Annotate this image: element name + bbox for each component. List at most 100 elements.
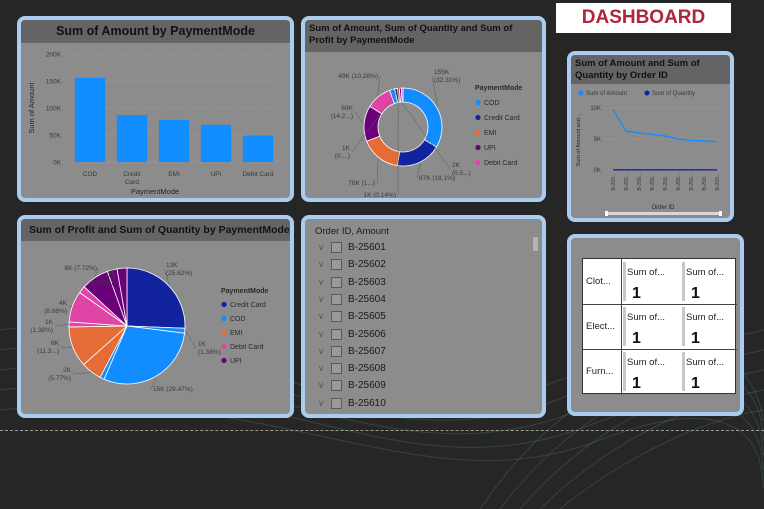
bar-x-tick-label: Credit bbox=[123, 171, 141, 178]
matrix-cell-header: Sum of... bbox=[686, 312, 725, 323]
matrix-panel[interactable]: Clot... Sum of... 1 Sum of... 1 Elect... Sum o… bbox=[567, 234, 744, 416]
matrix-cell-header: Sum of... bbox=[627, 312, 666, 323]
legend-entry: EMI bbox=[484, 130, 497, 137]
slice-data-label: 6K bbox=[51, 340, 60, 347]
slicer-item[interactable]: ∨ B-25604 bbox=[315, 291, 386, 308]
line-x-tick-label: B-259... bbox=[624, 173, 630, 191]
legend-marker-debit-card bbox=[475, 159, 481, 166]
donut-chart-panel[interactable]: Sum of Amount, Sum of Quantity and Sum o… bbox=[301, 16, 546, 202]
chevron-down-icon[interactable]: ∨ bbox=[315, 329, 327, 340]
bar-chart-panel[interactable]: Sum of Amount by PaymentMode 0K 50K 100K 15… bbox=[17, 16, 294, 202]
checkbox[interactable] bbox=[331, 293, 342, 305]
slice-data-label: (14.2...) bbox=[331, 113, 353, 120]
checkbox[interactable] bbox=[331, 276, 342, 288]
slice-leader-line bbox=[54, 324, 69, 327]
legend-marker-cod bbox=[221, 315, 227, 322]
slicer-item[interactable]: ∨ B-25606 bbox=[315, 326, 386, 343]
bar-cod bbox=[74, 77, 106, 162]
line-x-tick-label: B-258... bbox=[676, 173, 682, 191]
slicer-item[interactable]: ∨ B-25608 bbox=[315, 360, 386, 377]
chevron-down-icon[interactable]: ∨ bbox=[315, 363, 327, 374]
chevron-down-icon[interactable]: ∨ bbox=[315, 380, 327, 391]
slicer-item[interactable]: ∨ B-25601 bbox=[315, 239, 386, 256]
line-chart-panel[interactable]: Sum of Amount and Sum of Quantity by Ord… bbox=[567, 51, 734, 222]
slicer-item[interactable]: ∨ B-25609 bbox=[315, 377, 386, 394]
chevron-down-icon[interactable]: ∨ bbox=[315, 398, 327, 409]
bar-x-tick-label: EMI bbox=[168, 171, 180, 178]
bar-x-tick-label: Debit Card bbox=[242, 171, 273, 178]
slicer-item-label: B-25603 bbox=[348, 276, 386, 288]
slicer-item-label: B-25606 bbox=[348, 328, 386, 340]
chevron-down-icon[interactable]: ∨ bbox=[315, 242, 327, 253]
slice-data-label: 2K bbox=[452, 162, 461, 169]
checkbox[interactable] bbox=[331, 311, 342, 323]
checkbox[interactable] bbox=[331, 259, 342, 271]
legend-title: PaymentMode bbox=[221, 288, 269, 295]
line-x-tick-label: B-260... bbox=[611, 173, 617, 191]
pie-chart-title: Sum of Profit and Sum of Quantity by Pay… bbox=[21, 219, 290, 241]
slicer-scrollbar[interactable] bbox=[533, 237, 538, 251]
checkbox[interactable] bbox=[331, 328, 342, 340]
chevron-down-icon[interactable]: ∨ bbox=[315, 294, 327, 305]
bar-x-tick-label: Card bbox=[125, 179, 139, 186]
scrollbar-handle-right bbox=[719, 211, 722, 216]
slicer-item-label: B-25609 bbox=[348, 380, 386, 392]
slice-data-label: 8K (7.72%) bbox=[64, 265, 97, 272]
chevron-down-icon[interactable]: ∨ bbox=[315, 311, 327, 322]
matrix-row-header: Clot... bbox=[586, 276, 611, 287]
slicer-item[interactable]: ∨ B-25603 bbox=[315, 274, 386, 291]
line-chart-scrollbar bbox=[605, 212, 722, 215]
line-x-tick-label: B-259... bbox=[637, 173, 643, 191]
chevron-down-icon[interactable]: ∨ bbox=[315, 346, 327, 357]
slice-leader-line bbox=[354, 111, 364, 124]
line-y-tick-label: 10K bbox=[590, 106, 601, 112]
matrix-cell-divider bbox=[682, 307, 685, 346]
checkbox[interactable] bbox=[331, 363, 342, 375]
chevron-down-icon[interactable]: ∨ bbox=[315, 277, 327, 288]
slice-leader-line bbox=[72, 372, 91, 375]
bar-y-tick-label: 50K bbox=[49, 133, 61, 140]
line-chart-title: Sum of Amount and Sum of Quantity by Ord… bbox=[571, 55, 730, 84]
matrix-column-divider bbox=[621, 259, 622, 395]
slice-data-label: (25.62%) bbox=[166, 270, 192, 277]
slice-data-label: 1K bbox=[45, 319, 54, 326]
line-y-tick-label: 0K bbox=[594, 168, 601, 174]
slicer-item-label: B-25605 bbox=[348, 311, 386, 323]
slice-credit-card bbox=[126, 267, 186, 329]
checkbox[interactable] bbox=[331, 397, 342, 409]
matrix-cell-header: Sum of... bbox=[686, 357, 725, 368]
checkbox[interactable] bbox=[331, 345, 342, 357]
slicer-item[interactable]: ∨ B-25607 bbox=[315, 343, 386, 360]
legend-entry: Debit Card bbox=[230, 344, 264, 351]
slice-emi bbox=[366, 135, 400, 167]
legend-marker-emi bbox=[475, 129, 481, 136]
chevron-down-icon[interactable]: ∨ bbox=[315, 259, 327, 270]
bar-x-tick-label: UPI bbox=[211, 171, 222, 178]
slicer-item[interactable]: ∨ B-25602 bbox=[315, 256, 386, 273]
slicer-item[interactable]: ∨ B-25605 bbox=[315, 308, 386, 325]
slicer-header: Order ID, Amount bbox=[315, 226, 389, 237]
legend-marker-cod bbox=[475, 99, 481, 106]
slice-leader-line bbox=[377, 75, 381, 96]
checkbox[interactable] bbox=[331, 380, 342, 392]
matrix-cell-value: 1 bbox=[632, 285, 641, 302]
slice-data-label: (2.72%) bbox=[90, 280, 113, 287]
order-id-slicer-panel[interactable]: Order ID, Amount ∨ B-25601 ∨ B-25602 ∨ B-2560… bbox=[301, 215, 546, 418]
line-legend-marker bbox=[644, 90, 650, 96]
slice-credit-card bbox=[397, 139, 438, 167]
slice-data-label: 1K bbox=[198, 341, 207, 348]
bar-credit-card bbox=[116, 115, 148, 162]
slice-data-label: 2K bbox=[63, 367, 72, 374]
slicer-item-label: B-25604 bbox=[348, 293, 386, 305]
slicer-item-label: B-25602 bbox=[348, 259, 386, 271]
bar-x-tick-label: COD bbox=[83, 171, 98, 178]
slice-data-label: (1.38%) bbox=[198, 349, 221, 356]
slice-leader-line bbox=[185, 330, 197, 349]
checkbox[interactable] bbox=[331, 242, 342, 253]
slice-data-label: 13K bbox=[166, 262, 178, 269]
slicer-item[interactable]: ∨ B-25610 bbox=[315, 395, 386, 412]
line-series-amount bbox=[612, 109, 718, 143]
scrollbar-handle-left bbox=[605, 211, 608, 216]
pie-chart-panel[interactable]: Sum of Profit and Sum of Quantity by Pay… bbox=[17, 215, 294, 418]
matrix-row-divider bbox=[583, 349, 737, 350]
